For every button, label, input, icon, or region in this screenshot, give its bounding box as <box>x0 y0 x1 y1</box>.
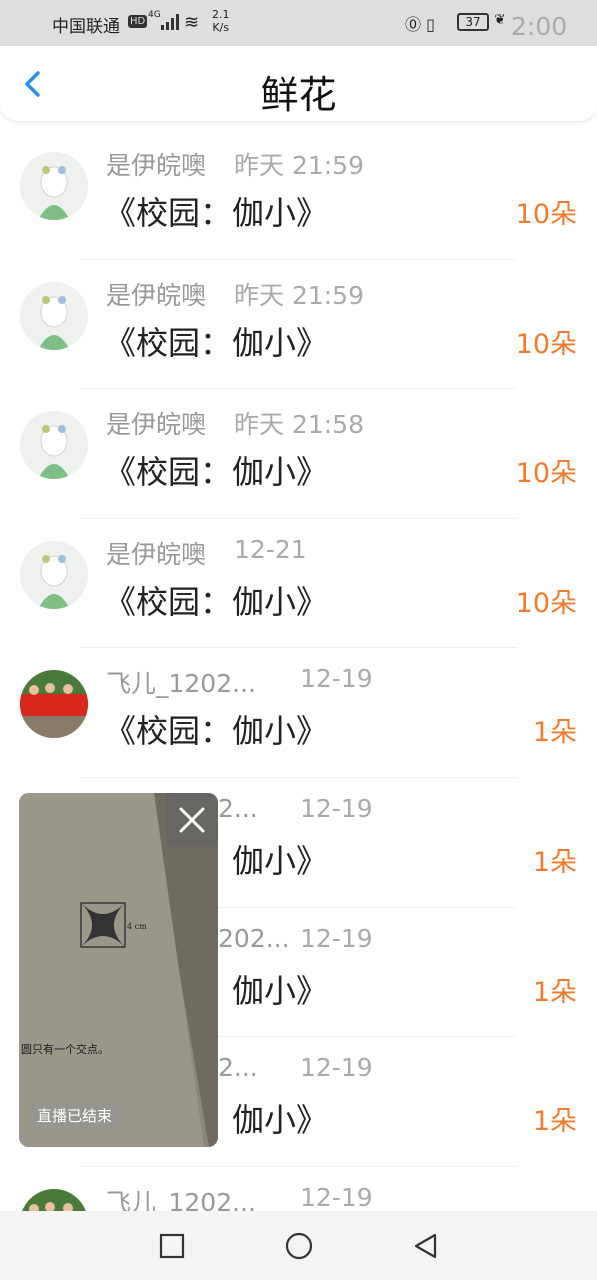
sender-name: 是伊皖噢 <box>106 280 207 310</box>
power-saving-icon: ❦ <box>494 12 506 28</box>
system-nav-bar <box>0 1211 597 1280</box>
timestamp: 12-21 <box>234 534 307 564</box>
timestamp: 12-19 <box>300 1053 373 1083</box>
recent-apps-button[interactable] <box>157 1231 187 1261</box>
avatar[interactable] <box>20 411 88 480</box>
flower-count: 10朵 <box>515 328 577 360</box>
carrier-label: 中国联通 <box>52 17 120 37</box>
dim-label: 4 cm <box>127 922 147 931</box>
flower-count: 1朵 <box>532 717 577 749</box>
back-nav-button[interactable] <box>411 1231 441 1261</box>
nfc-vibrate-icons: ⓪ ▯ <box>405 15 435 34</box>
avatar[interactable] <box>20 670 88 739</box>
live-ended-label: 直播已结束 <box>31 1103 119 1128</box>
sender-name: 202... <box>218 923 290 953</box>
timestamp: 12-19 <box>300 664 373 694</box>
list-item[interactable]: 是伊皖噢 昨天 21:59 《校园：伽小》 10朵 <box>0 130 597 260</box>
timestamp: 昨天 21:59 <box>234 151 364 180</box>
home-button[interactable] <box>284 1231 314 1261</box>
flower-count: 1朵 <box>532 976 577 1008</box>
timestamp: 12-19 <box>300 793 373 823</box>
speed-unit: K/s <box>212 21 230 34</box>
book-title: 《校园：伽小》 <box>104 194 329 232</box>
book-title: 《校园：伽小》 <box>104 582 329 621</box>
close-button[interactable] <box>166 793 218 847</box>
timestamp: 昨天 21:59 <box>234 280 364 310</box>
close-icon <box>179 807 205 833</box>
avatar[interactable] <box>20 281 88 350</box>
screen: 中国联通 HD 4G ≋ 2.1 K/s ⓪ ▯ 37 ❦ 2:00 鲜花 是伊… <box>0 0 597 1280</box>
book-title: 《校园：伽小》 <box>104 323 329 362</box>
list-item[interactable]: 是伊皖噢 昨天 21:59 《校园：伽小》 10朵 <box>0 260 597 390</box>
network-speed: 2.1 K/s <box>212 8 230 34</box>
signal-icon <box>161 14 179 30</box>
book-title: 伽小》 <box>232 1101 329 1140</box>
floating-video-window[interactable]: 4 cm 圆只有一个交点。 直播已结束 <box>19 793 218 1147</box>
header: 鲜花 <box>0 46 597 122</box>
book-title: 伽小》 <box>232 971 329 1010</box>
sender-name: 是伊皖噢 <box>106 410 207 440</box>
book-title: 《校园：伽小》 <box>104 453 329 492</box>
flower-count: 10朵 <box>515 199 577 230</box>
clock: 2:00 <box>511 12 568 41</box>
flower-count: 1朵 <box>532 1106 577 1138</box>
flower-count: 1朵 <box>532 846 577 878</box>
book-title: 伽小》 <box>232 841 329 880</box>
avatar[interactable] <box>20 540 88 609</box>
wifi-icon: ≋ <box>184 12 200 33</box>
avatar[interactable] <box>20 152 88 220</box>
list-item[interactable]: 是伊皖噢 昨天 21:58 《校园：伽小》 10朵 <box>0 389 597 519</box>
sender-name: 2... <box>218 793 258 823</box>
list-item[interactable]: 是伊皖噢 12-21 《校园：伽小》 10朵 <box>0 519 597 649</box>
status-bar: 中国联通 HD 4G ≋ 2.1 K/s ⓪ ▯ 37 ❦ 2:00 <box>0 0 597 46</box>
hd-badge: HD <box>128 15 148 28</box>
sender-name: 飞儿_1202... <box>106 669 256 699</box>
list-item[interactable]: 飞儿_1202... 12-19 《校园：伽小》 1朵 <box>0 648 597 778</box>
timestamp: 12-19 <box>300 923 373 953</box>
sender-name: 是伊皖噢 <box>106 539 207 569</box>
sender-name: 是伊皖噢 <box>106 151 207 180</box>
timestamp: 昨天 21:58 <box>234 410 364 440</box>
network-type: 4G <box>148 10 161 20</box>
battery-icon: 37 <box>457 13 489 31</box>
flower-count: 10朵 <box>515 458 577 490</box>
sender-name: 2... <box>218 1053 258 1083</box>
flower-count: 10朵 <box>515 587 577 619</box>
speed-value: 2.1 <box>212 8 230 21</box>
page-title: 鲜花 <box>260 73 337 117</box>
book-title: 《校园：伽小》 <box>104 712 329 751</box>
book-text: 圆只有一个交点。 <box>21 1042 109 1056</box>
timestamp: 12-19 <box>300 1182 373 1212</box>
